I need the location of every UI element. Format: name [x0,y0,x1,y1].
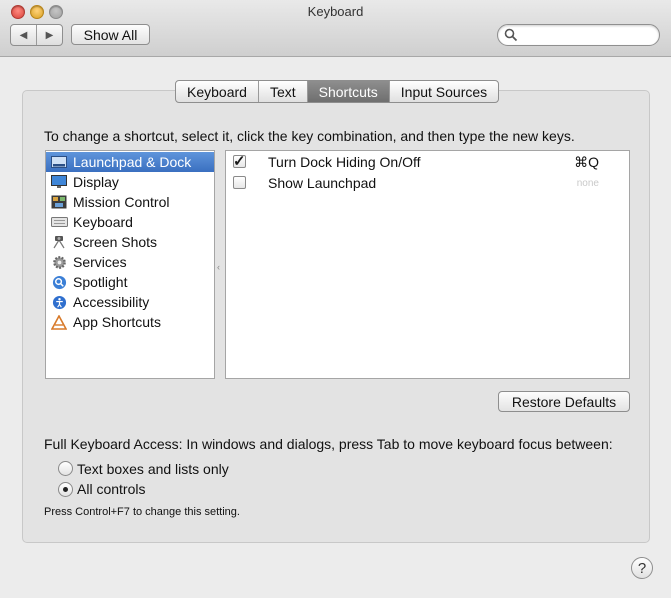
shortcut-keys[interactable]: ⌘Q [574,154,599,171]
category-spotlight[interactable]: Spotlight [46,272,214,292]
preference-tabs: Keyboard Text Shortcuts Input Sources [175,80,500,103]
category-label: Keyboard [73,214,133,230]
app-shortcuts-icon [50,314,68,330]
search-icon [504,28,518,42]
category-label: Accessibility [73,294,150,310]
category-label: Screen Shots [73,234,158,250]
category-label: Mission Control [73,194,170,210]
shortcut-enabled-checkbox[interactable] [233,176,246,189]
category-launchpad-dock[interactable]: Launchpad & Dock [46,152,214,172]
category-label: Services [73,254,127,270]
text-boxes-only-radio[interactable] [58,461,73,476]
tab-shortcuts[interactable]: Shortcuts [307,81,390,102]
tab-keyboard[interactable]: Keyboard [176,81,259,102]
tab-text[interactable]: Text [259,81,308,102]
back-button[interactable]: ◀ [11,25,37,45]
tab-input-sources[interactable]: Input Sources [390,81,498,102]
search-field[interactable] [497,24,660,46]
shortcut-categories-list: Launchpad & Dock Display Mission Control… [45,150,215,379]
category-label: Display [73,174,119,190]
shortcut-enabled-checkbox[interactable]: ✓ [233,153,246,170]
category-screen-shots[interactable]: Screen Shots [46,232,214,252]
shortcut-keys[interactable]: none [577,178,599,189]
all-controls-label[interactable]: All controls [77,481,145,497]
split-view-divider[interactable]: ‹ [217,262,220,272]
gear-icon [50,254,68,270]
window-title: Keyboard [307,4,364,19]
shortcut-label: Show Launchpad [268,175,377,191]
keyboard-icon [50,214,68,230]
full-keyboard-access-text: Full Keyboard Access: In windows and dia… [44,436,613,452]
category-keyboard[interactable]: Keyboard [46,212,214,232]
keyboard-preferences-window: Keyboard ◀ ▶ Show All Keyboard Text Shor… [0,0,671,598]
text-boxes-only-label[interactable]: Text boxes and lists only [77,461,229,477]
dock-icon [50,154,68,170]
category-accessibility[interactable]: Accessibility [46,292,214,312]
category-label: Launchpad & Dock [73,154,192,170]
category-label: App Shortcuts [73,314,161,330]
forward-button[interactable]: ▶ [37,25,62,45]
show-all-button[interactable]: Show All [71,24,150,45]
shortcut-row[interactable]: ✓ Turn Dock Hiding On/Off ⌘Q [226,152,629,173]
all-controls-radio[interactable] [58,482,73,497]
camera-icon [50,234,68,250]
shortcuts-list: ✓ Turn Dock Hiding On/Off ⌘Q Show Launch… [225,150,630,379]
category-label: Spotlight [73,274,128,290]
instructions-text: To change a shortcut, select it, click t… [44,128,575,144]
search-input[interactable] [522,27,656,45]
display-icon [50,174,68,190]
shortcut-row[interactable]: Show Launchpad none [226,173,629,194]
category-display[interactable]: Display [46,172,214,192]
spotlight-icon [50,274,68,290]
keyboard-access-note: Press Control+F7 to change this setting. [44,506,240,518]
shortcut-label: Turn Dock Hiding On/Off [268,154,421,170]
accessibility-icon [50,294,68,310]
restore-defaults-button[interactable]: Restore Defaults [498,391,630,412]
back-forward-control: ◀ ▶ [10,24,63,46]
category-mission-control[interactable]: Mission Control [46,192,214,212]
help-button[interactable]: ? [631,557,653,579]
mission-control-icon [50,194,68,210]
category-services[interactable]: Services [46,252,214,272]
category-app-shortcuts[interactable]: App Shortcuts [46,312,214,332]
title-bar: Keyboard ◀ ▶ Show All [0,0,671,57]
checkmark-icon: ✓ [233,153,246,170]
